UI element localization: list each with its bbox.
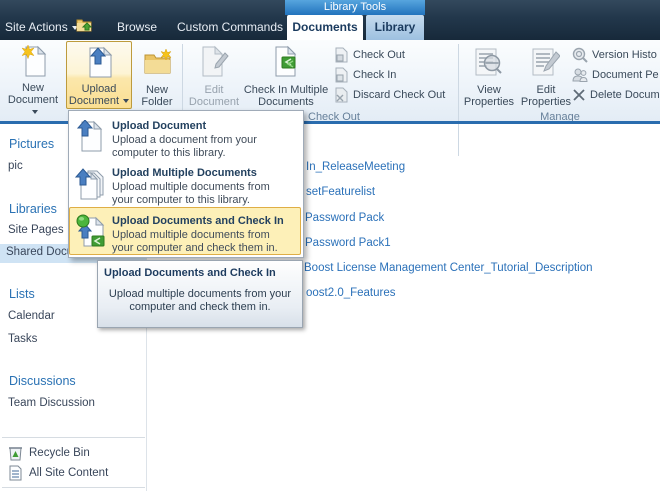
sidebar-item-all-site-content[interactable]: All Site Content (8, 465, 108, 481)
tooltip-upload-documents-and-check-in: Upload Documents and Check In Upload mul… (97, 260, 303, 328)
view-properties-button[interactable]: View Properties (461, 43, 517, 109)
tab-documents[interactable]: Documents (287, 15, 363, 40)
tab-browse[interactable]: Browse (117, 16, 157, 38)
upload-documents-check-in-icon (76, 214, 106, 248)
check-in-label: Check In (353, 68, 397, 81)
document-link[interactable]: Boost License Management Center_Tutorial… (304, 262, 593, 274)
dropdown-caret-icon (32, 110, 38, 115)
document-link[interactable]: In_ReleaseMeeting (306, 161, 405, 173)
sidebar-divider (2, 437, 145, 438)
all-site-content-icon (8, 465, 23, 481)
sidebar-heading-pictures[interactable]: Pictures (9, 137, 54, 151)
menu-item-upload-document[interactable]: Upload Document Upload a document from y… (70, 113, 300, 159)
sharepoint-window: Site Actions Browse Custom Commands Libr… (0, 0, 660, 491)
check-in-multiple-documents-icon (273, 45, 301, 77)
discard-check-out-label: Discard Check Out (353, 88, 446, 101)
menu-item-description: Upload a document from your computer to … (112, 134, 257, 159)
menu-item-description: Upload multiple documents from your comp… (112, 229, 278, 254)
sidebar-item-site-pages[interactable]: Site Pages (8, 224, 64, 236)
sidebar-item-pic[interactable]: pic (8, 160, 23, 172)
upload-document-label: Upload Document (67, 83, 131, 107)
edit-document-label: Edit Document (188, 84, 240, 108)
tab-custom-commands[interactable]: Custom Commands (177, 16, 283, 38)
upload-document-icon (77, 120, 103, 152)
upload-document-icon (87, 46, 113, 78)
delete-document-label: Delete Docum (590, 88, 660, 101)
document-link[interactable]: setFeaturelist (306, 186, 375, 198)
view-properties-icon (475, 48, 503, 76)
dropdown-caret-icon (123, 99, 130, 104)
navigate-up-folder-icon[interactable] (76, 17, 94, 33)
top-bar: Site Actions Browse Custom Commands Libr… (0, 0, 660, 40)
menu-item-title: Upload Document (112, 120, 207, 132)
new-folder-button[interactable]: New Folder (134, 43, 180, 109)
edit-properties-button[interactable]: Edit Properties (518, 43, 574, 109)
check-in-multiple-documents-label: Check In Multiple Documents (243, 84, 329, 108)
document-permissions-icon (572, 67, 588, 83)
recycle-bin-label: Recycle Bin (29, 447, 90, 459)
sidebar-bottom-border (2, 487, 145, 488)
site-actions-button[interactable]: Site Actions (5, 16, 78, 38)
document-link[interactable]: Password Pack1 (305, 237, 391, 249)
site-actions-label: Site Actions (5, 20, 68, 34)
sidebar-item-tasks[interactable]: Tasks (8, 333, 37, 345)
sidebar-heading-libraries[interactable]: Libraries (9, 202, 57, 216)
version-history-button[interactable]: Version Histo (572, 46, 660, 63)
document-link[interactable]: oost2.0_Features (306, 287, 396, 299)
upload-document-button[interactable]: Upload Document (66, 41, 132, 109)
recycle-bin-icon (8, 445, 23, 461)
new-folder-icon (143, 49, 173, 75)
document-permissions-label: Document Pe (592, 68, 659, 81)
new-document-label: New Document (3, 82, 63, 118)
group-separator (458, 44, 459, 156)
sidebar-item-recycle-bin[interactable]: Recycle Bin (8, 445, 90, 461)
menu-item-title: Upload Documents and Check In (112, 215, 284, 227)
new-folder-label: New Folder (141, 84, 173, 108)
sidebar-heading-lists[interactable]: Lists (9, 287, 35, 301)
document-link[interactable]: Password Pack (305, 212, 384, 224)
check-in-multiple-documents-button[interactable]: Check In Multiple Documents (243, 43, 329, 109)
sidebar-item-team-discussion[interactable]: Team Discussion (8, 397, 95, 409)
check-in-icon (334, 67, 349, 83)
discard-check-out-icon (334, 87, 349, 103)
discard-check-out-button[interactable]: Discard Check Out (334, 86, 445, 103)
new-document-button[interactable]: New Document (3, 43, 63, 115)
tab-library[interactable]: Library (366, 15, 424, 40)
edit-properties-label: Edit Properties (520, 84, 572, 108)
sidebar-heading-discussions[interactable]: Discussions (9, 374, 76, 388)
check-in-button[interactable]: Check In (334, 66, 396, 83)
menu-item-upload-multiple-documents[interactable]: Upload Multiple Documents Upload multipl… (70, 160, 300, 206)
menu-item-title: Upload Multiple Documents (112, 167, 257, 179)
tooltip-body: Upload multiple documents from your comp… (108, 288, 292, 313)
sidebar-item-calendar[interactable]: Calendar (8, 310, 55, 322)
edit-document-icon (201, 45, 229, 77)
version-history-icon (572, 47, 588, 63)
library-tools-group-header: Library Tools (285, 0, 425, 15)
view-properties-label: View Properties (463, 84, 515, 108)
delete-document-button[interactable]: Delete Docum (572, 86, 660, 103)
new-document-icon (21, 45, 47, 77)
check-out-button[interactable]: Check Out (334, 46, 405, 63)
tooltip-title: Upload Documents and Check In (104, 267, 276, 279)
upload-document-dropdown-menu: Upload Document Upload a document from y… (68, 110, 304, 258)
edit-properties-icon (532, 48, 560, 76)
all-site-content-label: All Site Content (29, 467, 109, 479)
version-history-label: Version Histo (592, 48, 657, 61)
check-out-label: Check Out (353, 48, 405, 61)
menu-item-description: Upload multiple documents from your comp… (112, 181, 270, 206)
check-out-icon (334, 47, 349, 63)
delete-icon (572, 88, 586, 102)
upload-multiple-documents-icon (75, 167, 105, 201)
menu-item-upload-documents-and-check-in[interactable]: Upload Documents and Check In Upload mul… (69, 207, 301, 255)
document-permissions-button[interactable]: Document Pe (572, 66, 660, 83)
edit-document-button[interactable]: Edit Document (186, 43, 242, 109)
